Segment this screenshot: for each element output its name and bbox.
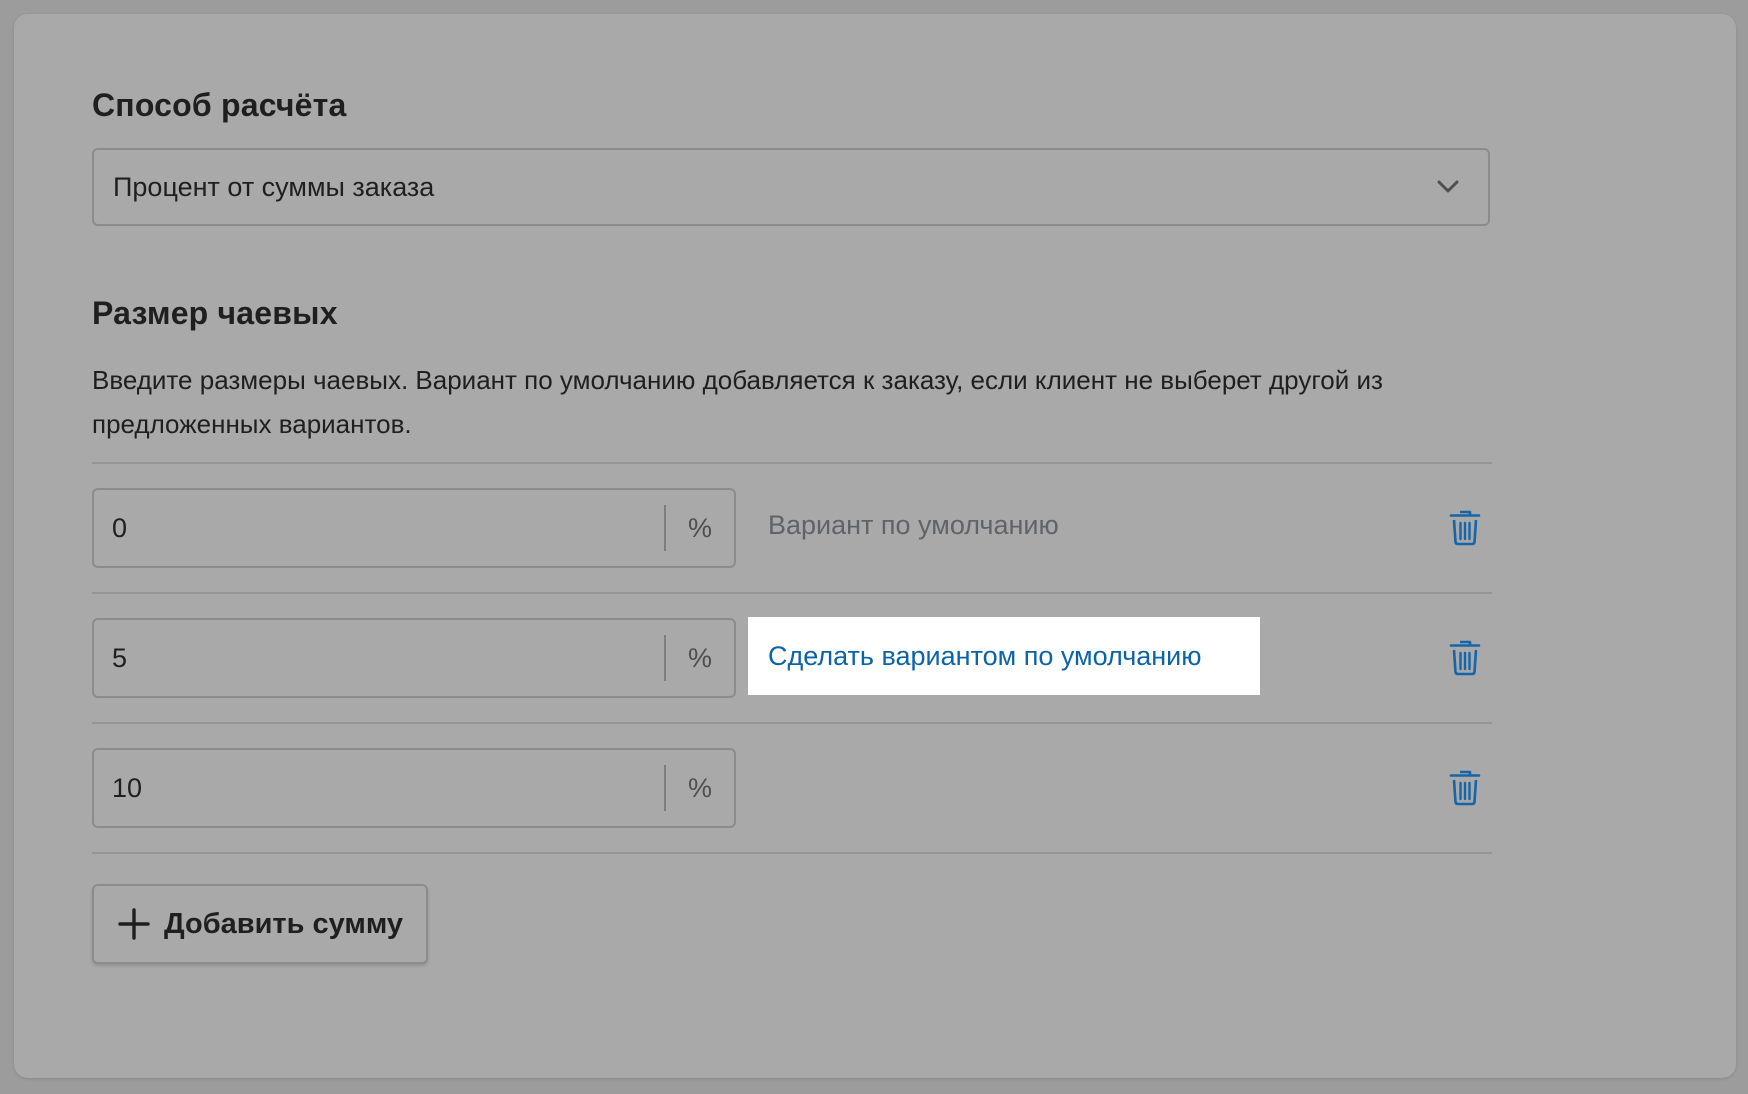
tip-row: 5 % Сделать вариантом по умолчанию [92, 617, 1492, 698]
calculation-method-select[interactable]: Процент от суммы заказа [92, 148, 1490, 226]
tip-amount-value: 0 [112, 512, 128, 543]
tip-row: 10 % [92, 748, 1492, 828]
percent-unit: % [687, 772, 712, 803]
add-amount-button[interactable]: Добавить сумму [92, 884, 428, 964]
tip-size-description: Введите размеры чаевых. Вариант по умолч… [92, 365, 1383, 439]
tip-amount-value: 10 [112, 772, 143, 803]
calculation-method-value: Процент от суммы заказа [113, 171, 435, 202]
tip-row: 0 % Вариант по умолчанию [92, 488, 1492, 568]
tip-amount-input[interactable]: 10 % [92, 748, 736, 828]
calculation-method-title: Способ расчёта [92, 87, 347, 123]
divider [92, 852, 1492, 854]
percent-unit: % [687, 512, 712, 543]
divider [92, 462, 1492, 464]
make-default-link[interactable]: Сделать вариантом по умолчанию [748, 617, 1260, 695]
divider [92, 592, 1492, 594]
divider [92, 722, 1492, 724]
trash-icon[interactable] [1448, 508, 1482, 546]
tip-amount-input[interactable]: 0 % [92, 488, 736, 568]
tip-amount-value: 5 [112, 642, 128, 673]
trash-icon[interactable] [1448, 638, 1482, 676]
tip-size-title: Размер чаевых [92, 295, 338, 331]
default-option-label: Вариант по умолчанию [768, 510, 1059, 540]
settings-card: Способ расчёта Процент от суммы заказа Р… [14, 14, 1736, 1078]
trash-icon[interactable] [1448, 768, 1482, 806]
percent-unit: % [687, 642, 712, 673]
plus-icon [118, 908, 150, 940]
chevron-down-icon [1437, 180, 1459, 193]
tip-amount-input[interactable]: 5 % [92, 618, 736, 698]
add-amount-label: Добавить сумму [164, 907, 404, 940]
